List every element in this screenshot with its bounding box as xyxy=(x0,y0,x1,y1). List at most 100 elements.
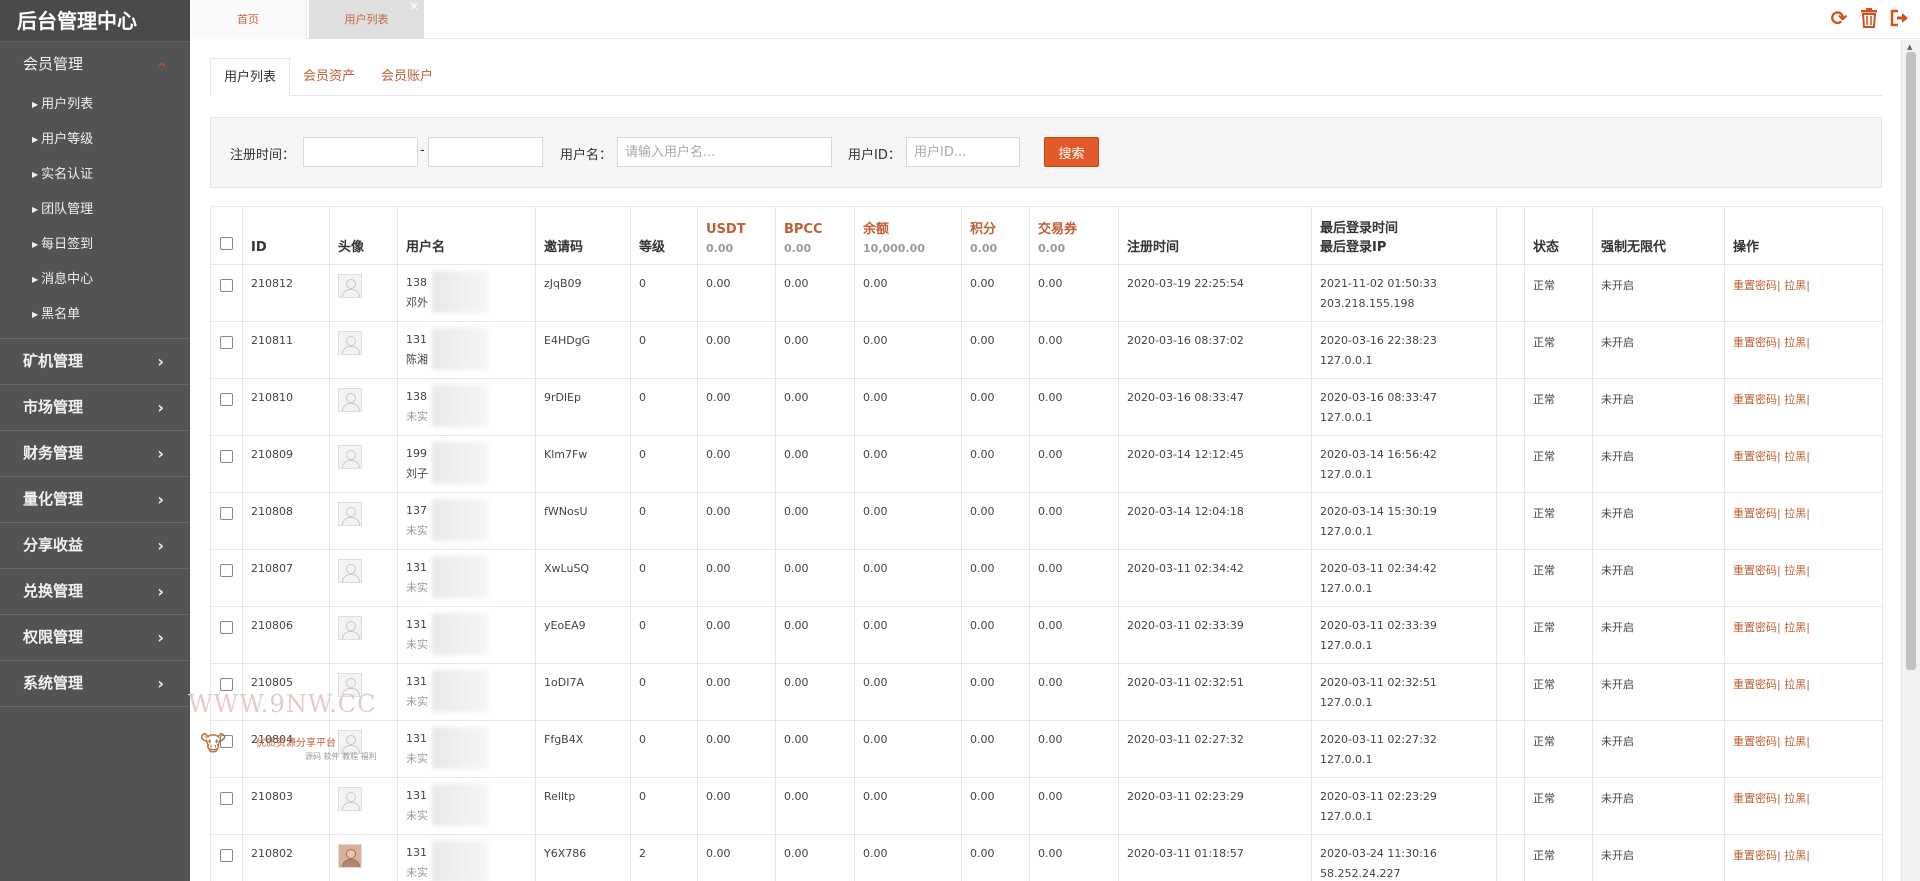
scroll-up-arrow-icon[interactable]: ▲ xyxy=(1907,43,1912,51)
username-phone: 199 xyxy=(406,447,427,460)
sidebar-subitem-real-name[interactable]: ▶ 实名认证 xyxy=(0,157,190,192)
close-icon[interactable]: × xyxy=(409,0,419,26)
row-checkbox[interactable] xyxy=(220,393,233,406)
reset-password-blacklist-link[interactable]: 重置密码| 拉黑| xyxy=(1733,336,1810,349)
cell-usdt: 0.00 xyxy=(697,834,776,881)
sidebar-item-member-management[interactable]: 会员管理 › xyxy=(0,42,190,87)
logout-icon[interactable] xyxy=(1888,7,1910,29)
reset-password-blacklist-link[interactable]: 重置密码| 拉黑| xyxy=(1733,849,1810,862)
row-checkbox[interactable] xyxy=(220,792,233,805)
tab-member-assets[interactable]: 会员资产 xyxy=(290,58,368,96)
select-all-checkbox[interactable] xyxy=(220,237,233,250)
trash-icon[interactable] xyxy=(1858,7,1880,29)
cell-usdt: 0.00 xyxy=(697,492,776,550)
col-balance: 余额 10,000.00 xyxy=(854,206,962,265)
sidebar-subitem-checkin[interactable]: ▶ 每日签到 xyxy=(0,227,190,262)
table-row: 210807 131 未实 XwLuSQ 0 0.00 0.00 0.00 0.00 0.00 20… xyxy=(210,549,1883,607)
cell-points: 0.00 xyxy=(961,378,1030,436)
scrollbar-thumb[interactable] xyxy=(1906,52,1916,670)
cell-id: 210802 xyxy=(242,834,330,881)
cell-id: 210809 xyxy=(242,435,330,493)
reset-password-blacklist-link[interactable]: 重置密码| 拉黑| xyxy=(1733,393,1810,406)
search-button[interactable]: 搜索 xyxy=(1044,137,1099,167)
sidebar-item-share-income[interactable]: 分享收益 › xyxy=(0,523,190,568)
cell-balance: 0.00 xyxy=(854,663,962,721)
sidebar-item-permissions[interactable]: 权限管理 › xyxy=(0,615,190,660)
last-login-time: 2020-03-16 08:33:47 xyxy=(1320,391,1437,404)
row-checkbox[interactable] xyxy=(220,564,233,577)
cell-username: 138 邓外 xyxy=(397,264,536,322)
refresh-icon[interactable]: ⟳ xyxy=(1828,6,1850,30)
sidebar-item-quant[interactable]: 量化管理 › xyxy=(0,477,190,522)
sidebar-subitem-user-list[interactable]: ▶ 用户列表 xyxy=(0,87,190,122)
cell-unlimited: 未开启 xyxy=(1592,777,1725,835)
row-checkbox[interactable] xyxy=(220,735,233,748)
tab-user-list[interactable]: 用户列表 xyxy=(210,58,291,96)
last-login-ip: 203.218.155.198 xyxy=(1320,297,1415,310)
col-last-login-label: 最后登录时间 xyxy=(1320,221,1399,236)
cell-last-login: 2020-03-11 02:27:32 127.0.0.1 xyxy=(1311,720,1497,778)
tab-user-list[interactable]: 用户列表 × xyxy=(309,0,424,39)
menu-group: 权限管理 › xyxy=(0,615,190,661)
scrollbar[interactable]: ▲ xyxy=(1901,40,1920,881)
cell-reg-time: 2020-03-14 12:12:45 xyxy=(1118,435,1312,493)
sidebar-item-exchange[interactable]: 兑换管理 › xyxy=(0,569,190,614)
sidebar-item-miner[interactable]: 矿机管理 › xyxy=(0,339,190,384)
cell-usdt: 0.00 xyxy=(697,549,776,607)
cell-blank xyxy=(1496,777,1525,835)
caret-right-icon: ▶ xyxy=(32,135,39,144)
reset-password-blacklist-link[interactable]: 重置密码| 拉黑| xyxy=(1733,792,1810,805)
cell-bpcc: 0.00 xyxy=(775,321,855,379)
reset-password-blacklist-link[interactable]: 重置密码| 拉黑| xyxy=(1733,621,1810,634)
row-checkbox[interactable] xyxy=(220,336,233,349)
row-checkbox[interactable] xyxy=(220,450,233,463)
reset-password-blacklist-link[interactable]: 重置密码| 拉黑| xyxy=(1733,450,1810,463)
cell-level: 2 xyxy=(630,834,698,881)
sidebar-subitem-blacklist[interactable]: ▶ 黑名单 xyxy=(0,297,190,332)
cell-level: 0 xyxy=(630,777,698,835)
blur-mask xyxy=(432,328,488,370)
reset-password-blacklist-link[interactable]: 重置密码| 拉黑| xyxy=(1733,507,1810,520)
reg-time-end-input[interactable] xyxy=(428,137,543,167)
username-input[interactable] xyxy=(617,137,832,167)
cell-reg-time: 2020-03-11 02:27:32 xyxy=(1118,720,1312,778)
sidebar-item-system[interactable]: 系统管理 › xyxy=(0,661,190,706)
userid-input[interactable] xyxy=(906,137,1020,167)
chevron-right-icon: › xyxy=(157,352,164,371)
row-checkbox[interactable] xyxy=(220,507,233,520)
sidebar-item-finance[interactable]: 财务管理 › xyxy=(0,431,190,476)
col-reg-time: 注册时间 xyxy=(1118,206,1312,265)
username-realname: 未实 xyxy=(406,752,428,765)
tab-home[interactable]: 首页 xyxy=(190,0,307,39)
cell-unlimited: 未开启 xyxy=(1592,492,1725,550)
row-checkbox[interactable] xyxy=(220,678,233,691)
sidebar-item-market[interactable]: 市场管理 › xyxy=(0,385,190,430)
reset-password-blacklist-link[interactable]: 重置密码| 拉黑| xyxy=(1733,678,1810,691)
cell-voucher: 0.00 xyxy=(1029,720,1119,778)
row-checkbox[interactable] xyxy=(220,279,233,292)
cell-voucher: 0.00 xyxy=(1029,321,1119,379)
sidebar-subitem-user-level[interactable]: ▶ 用户等级 xyxy=(0,122,190,157)
row-checkbox[interactable] xyxy=(220,849,233,862)
sidebar-item-label: 权限管理 xyxy=(23,628,84,646)
cell-ops: 重置密码| 拉黑| xyxy=(1724,378,1883,436)
col-voucher: 交易券 0.00 xyxy=(1029,206,1119,265)
sidebar-subitem-team[interactable]: ▶ 团队管理 xyxy=(0,192,190,227)
cell-bpcc: 0.00 xyxy=(775,606,855,664)
reset-password-blacklist-link[interactable]: 重置密码| 拉黑| xyxy=(1733,564,1810,577)
tab-member-accounts[interactable]: 会员账户 xyxy=(368,58,446,96)
reg-time-start-input[interactable] xyxy=(303,137,418,167)
caret-right-icon: ▶ xyxy=(32,100,39,109)
reset-password-blacklist-link[interactable]: 重置密码| 拉黑| xyxy=(1733,279,1810,292)
row-checkbox[interactable] xyxy=(220,621,233,634)
table-row: 210805 131 未实 1oDI7A 0 0.00 0.00 0.00 0.00 0.00 20… xyxy=(210,663,1883,721)
last-login-time: 2020-03-14 16:56:42 xyxy=(1320,448,1437,461)
topbar: 首页 用户列表 × ⟳ xyxy=(190,0,1920,39)
sidebar-subitem-messages[interactable]: ▶ 消息中心 xyxy=(0,262,190,297)
username-phone: 131 xyxy=(406,732,427,745)
cell-id: 210804 xyxy=(242,720,330,778)
reset-password-blacklist-link[interactable]: 重置密码| 拉黑| xyxy=(1733,735,1810,748)
sidebar-item-label: 系统管理 xyxy=(23,674,84,692)
cell-username: 131 未实 xyxy=(397,777,536,835)
cell-username: 131 未实 xyxy=(397,720,536,778)
